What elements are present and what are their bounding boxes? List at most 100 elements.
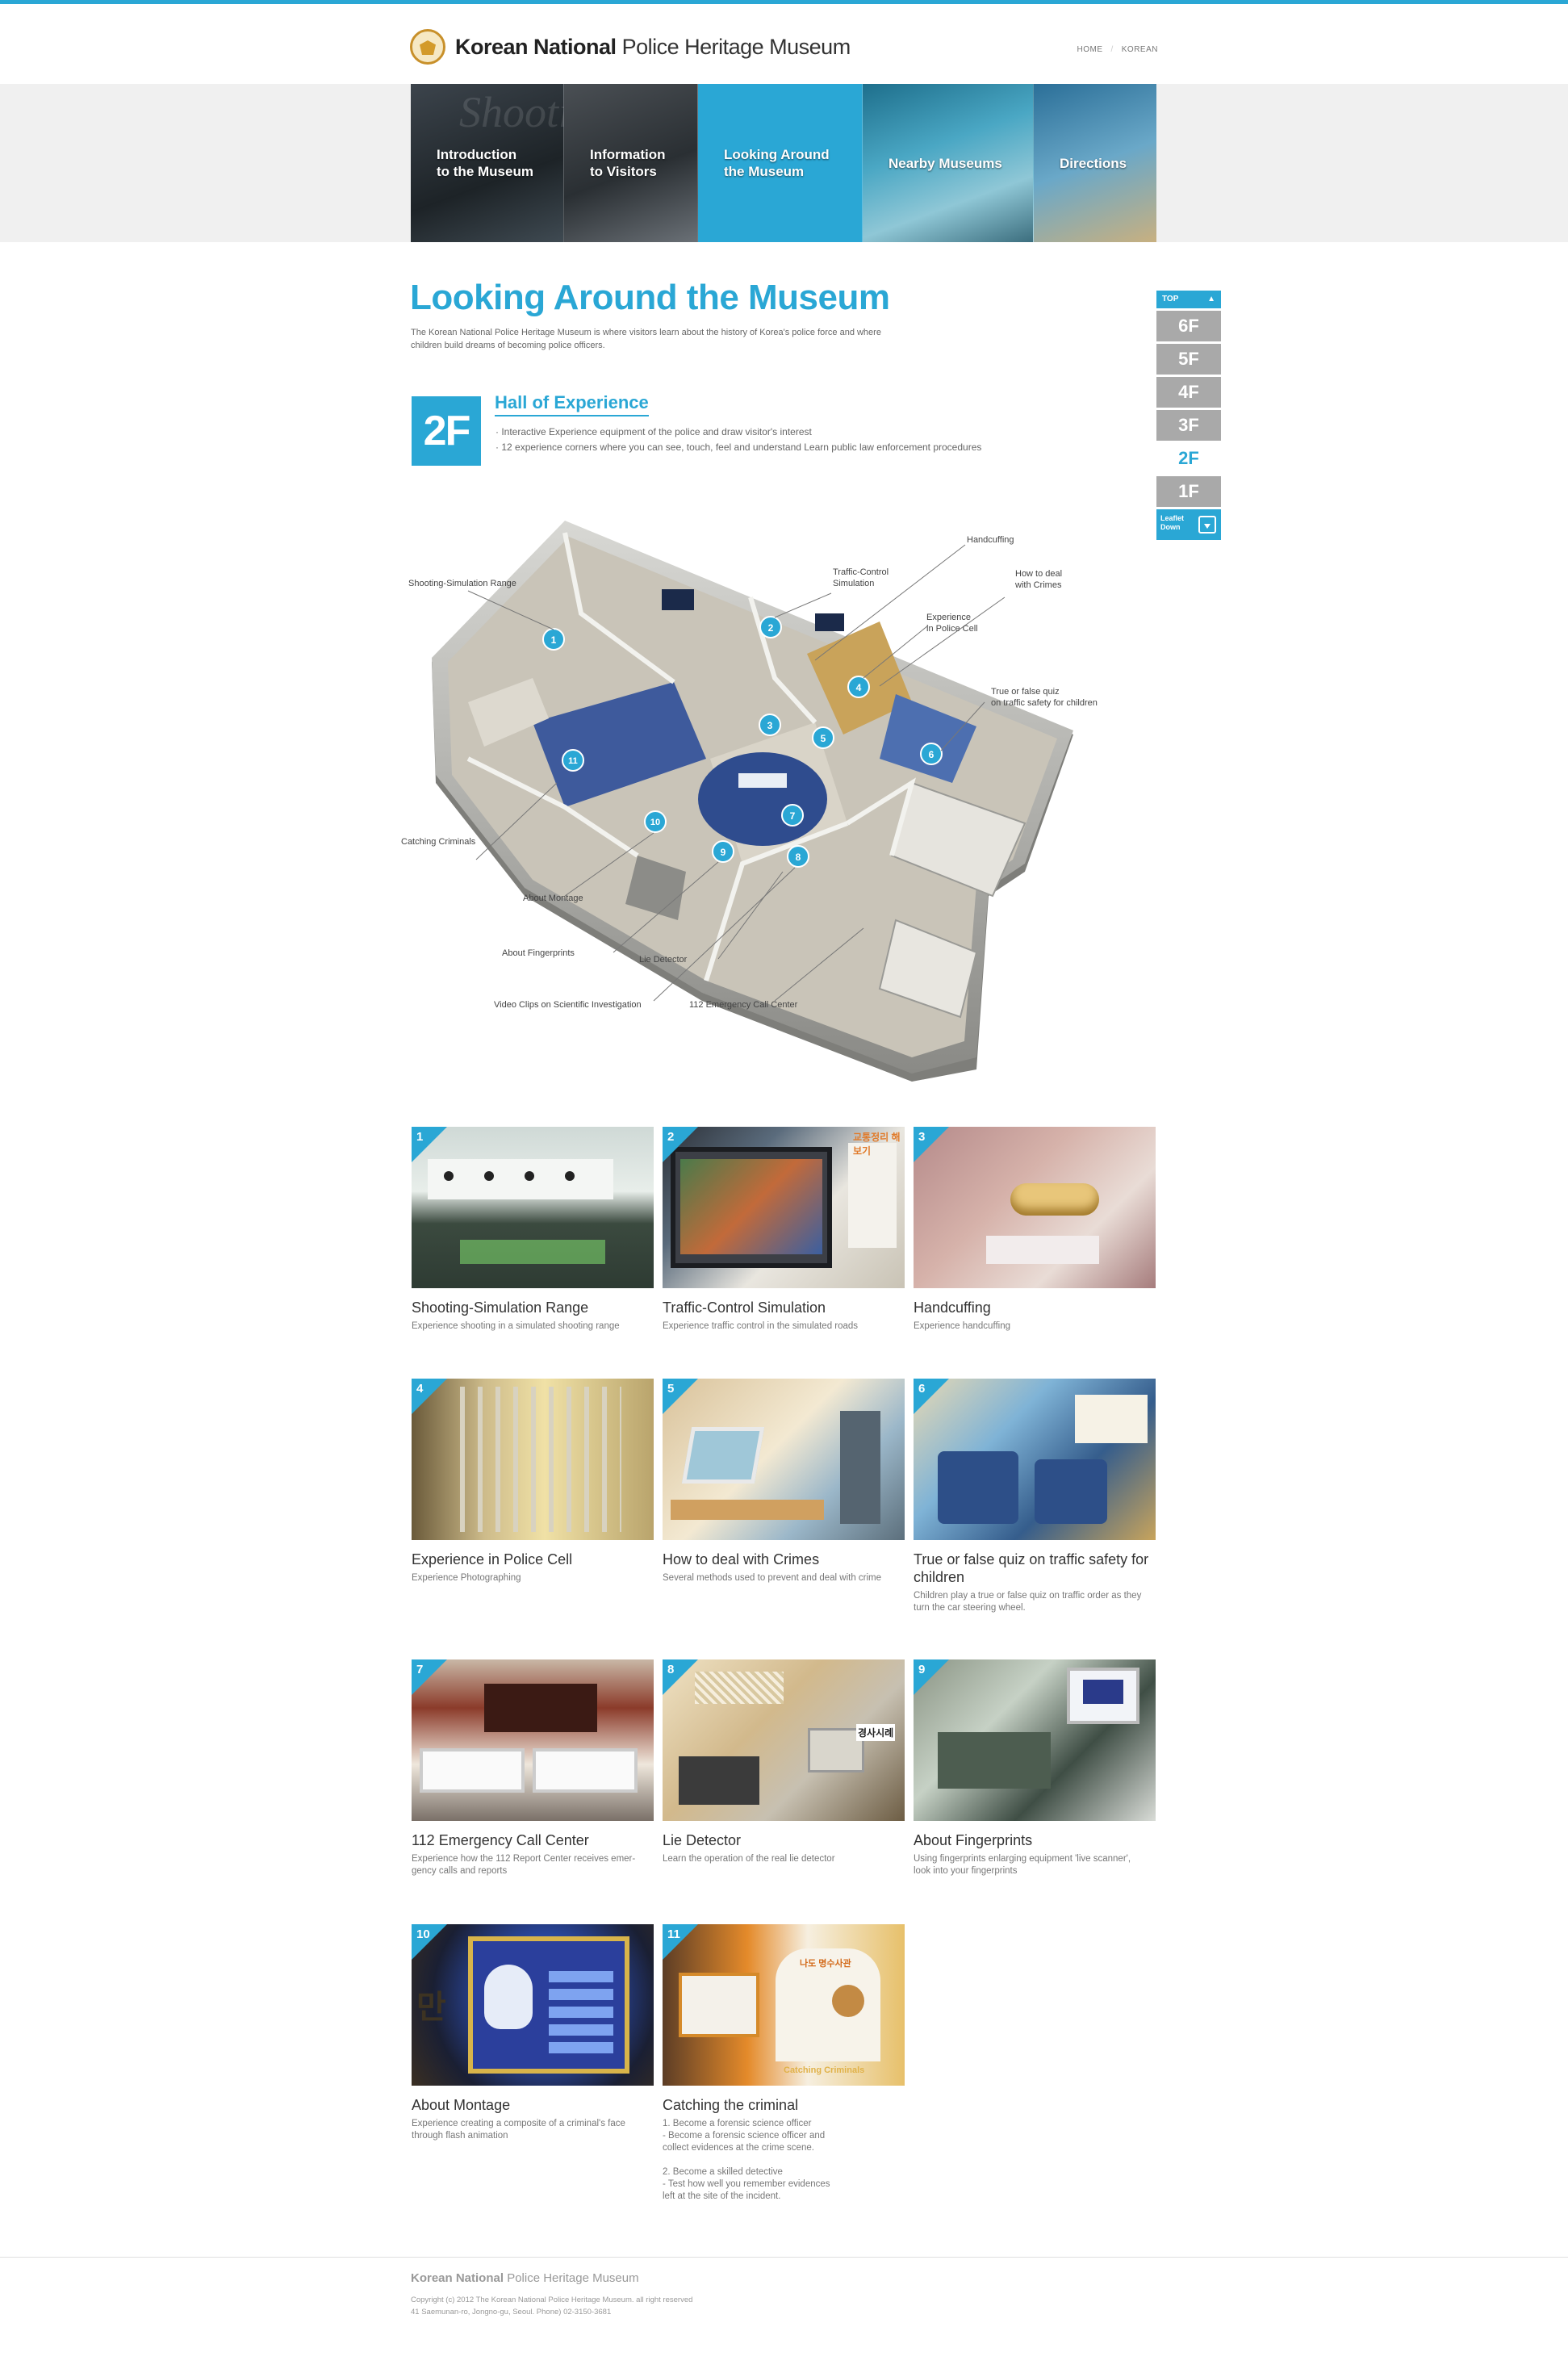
exhibit-number: 5: [667, 1382, 675, 1396]
callout-catching: Catching Criminals: [401, 837, 476, 847]
utility-links: HOME / KOREAN: [1077, 45, 1158, 54]
floor-2f[interactable]: 2F: [1156, 443, 1221, 474]
util-separator: /: [1110, 45, 1114, 54]
exhibit-title: Handcuffing: [914, 1300, 991, 1316]
map-marker-6[interactable]: 6: [920, 743, 943, 765]
callout-fingerprints: About Fingerprints: [502, 948, 575, 958]
svg-text:4: 4: [856, 682, 862, 693]
exhibit-card-5[interactable]: 5 How to deal with Crimes Several method…: [663, 1379, 905, 1584]
exhibit-title: Shooting-Simulation Range: [412, 1300, 589, 1316]
exhibit-photo: 7: [412, 1659, 654, 1821]
svg-text:10: 10: [650, 818, 660, 827]
exhibit-card-6[interactable]: 6 True or false quiz on traffic safety f…: [914, 1379, 1156, 1614]
exhibit-card-10[interactable]: 만 10 About Montage Experience creating a…: [412, 1924, 654, 2142]
map-marker-3[interactable]: 3: [759, 714, 781, 736]
exhibit-card-3[interactable]: 3 Handcuffing Experience handcuffing: [914, 1127, 1156, 1333]
hall-bullet: 12 experience corners where you can see,…: [495, 440, 981, 455]
svg-text:8: 8: [796, 852, 801, 863]
photo-floor-text: Catching Criminals: [784, 2065, 865, 2075]
hall-title: Hall of Experience: [495, 392, 649, 416]
site-logo-text: Korean National Police Heritage Museum: [455, 34, 851, 59]
map-marker-8[interactable]: 8: [787, 845, 809, 868]
nav-introduction[interactable]: Shooting Introduction to the Museum: [411, 84, 614, 242]
floor-3f[interactable]: 3F: [1156, 410, 1221, 441]
police-emblem-icon: [410, 29, 445, 65]
floor-1f[interactable]: 1F: [1156, 476, 1221, 507]
exhibit-title: About Montage: [412, 2097, 511, 2113]
footer-logo: Korean National Police Heritage Museum: [411, 2271, 639, 2285]
page-description: The Korean National Police Heritage Muse…: [411, 328, 881, 350]
nav-information[interactable]: Information to Visitors: [564, 84, 698, 242]
map-marker-11[interactable]: 11: [562, 749, 584, 772]
hall-bullet: Interactive Experience equipment of the …: [495, 425, 981, 440]
exhibit-title: Traffic-Control Simulation: [663, 1300, 826, 1316]
nav-label: Nearby Museums: [889, 155, 1002, 171]
floor-nav: TOP ▲ 6F 5F 4F 3F 2F 1F Leaflet Down: [1156, 291, 1221, 540]
callout-call: 112 Emergency Call Center: [689, 1000, 798, 1010]
nav-label: Introduction to the Museum: [437, 147, 533, 179]
map-marker-9[interactable]: 9: [712, 840, 734, 863]
map-marker-10[interactable]: 10: [644, 810, 667, 833]
top-button[interactable]: TOP ▲: [1156, 291, 1221, 308]
exhibit-title: Lie Detector: [663, 1832, 742, 1848]
exhibit-number: 10: [416, 1927, 430, 1941]
photo-sign-text: 경사시례: [856, 1724, 896, 1741]
exhibit-card-9[interactable]: 9 About Fingerprints Using fingerprints …: [914, 1659, 1156, 1877]
callout-shooting: Shooting-Simulation Range: [408, 579, 516, 588]
leaflet-download-button[interactable]: Leaflet Down: [1156, 509, 1221, 540]
exhibit-title: About Fingerprints: [914, 1832, 1033, 1848]
exhibit-title: Catching the criminal: [663, 2097, 799, 2113]
floor-badge: 2F: [412, 396, 481, 466]
site-logo[interactable]: Korean National Police Heritage Museum: [410, 29, 851, 65]
nav-label: Looking Around the Museum: [724, 147, 830, 179]
exhibit-photo: 9: [914, 1659, 1156, 1821]
svg-text:9: 9: [721, 847, 726, 858]
exhibit-number: 4: [416, 1382, 424, 1396]
floor-5f[interactable]: 5F: [1156, 344, 1221, 375]
map-marker-2[interactable]: 2: [759, 616, 782, 638]
home-link[interactable]: HOME: [1077, 45, 1102, 54]
exhibit-card-8[interactable]: 경사시례 8 Lie Detector Learn the operation …: [663, 1659, 905, 1865]
exhibit-photo: 만 10: [412, 1924, 654, 2086]
exhibit-number: 11: [667, 1927, 680, 1941]
nav-nearby-museums[interactable]: Nearby Museums: [863, 84, 1034, 242]
map-marker-5[interactable]: 5: [812, 726, 834, 749]
exhibit-photo: 3: [914, 1127, 1156, 1288]
exhibit-number: 2: [667, 1130, 675, 1144]
footer-divider: [0, 2257, 1568, 2258]
map-marker-7[interactable]: 7: [781, 804, 804, 827]
floor-6f[interactable]: 6F: [1156, 311, 1221, 341]
photo-sign-text: 나도 명수사관: [800, 1959, 851, 1969]
exhibit-card-1[interactable]: 1 Shooting-Simulation Range Experience s…: [412, 1127, 654, 1333]
hall-bullets: Interactive Experience equipment of the …: [495, 425, 981, 455]
svg-text:5: 5: [821, 733, 826, 744]
callout-cell: Experience in Police Cell: [926, 613, 978, 634]
language-link[interactable]: KOREAN: [1122, 45, 1158, 54]
main-nav: Shooting Introduction to the Museum Info…: [411, 84, 1156, 242]
exhibit-desc: Experience handcuffing: [914, 1321, 1010, 1331]
floor-4f[interactable]: 4F: [1156, 377, 1221, 408]
exhibit-photo: 나도 명수사관 Catching Criminals 11: [663, 1924, 905, 2086]
exhibit-title: How to deal with Crimes: [663, 1551, 820, 1567]
exhibit-number: 1: [416, 1130, 424, 1144]
nav-looking-around[interactable]: Looking Around the Museum: [698, 84, 863, 242]
exhibit-photo: 경사시례 8: [663, 1659, 905, 1821]
exhibit-card-11[interactable]: 나도 명수사관 Catching Criminals 11 Catching t…: [663, 1924, 905, 2203]
exhibit-number: 6: [918, 1382, 926, 1396]
exhibit-desc: Experience shooting in a simulated shoot…: [412, 1321, 620, 1331]
map-marker-4[interactable]: 4: [847, 676, 870, 698]
svg-text:11: 11: [568, 756, 578, 766]
exhibit-desc: Using fingerprints enlarging equipment '…: [914, 1854, 1131, 1876]
photo-side-text: 만: [416, 1990, 446, 2025]
svg-text:1: 1: [551, 634, 557, 646]
callout-quiz: True or false quiz on traffic safety for…: [991, 687, 1098, 708]
map-marker-1[interactable]: 1: [542, 628, 565, 651]
download-icon: [1198, 516, 1216, 534]
exhibit-photo: 5: [663, 1379, 905, 1540]
photo-sign-text: 교통정리 해보기: [853, 1132, 901, 1157]
nav-directions[interactable]: Directions: [1034, 84, 1156, 242]
exhibit-card-7[interactable]: 7 112 Emergency Call Center Experience h…: [412, 1659, 654, 1877]
exhibit-number: 7: [416, 1663, 424, 1676]
exhibit-card-2[interactable]: 교통정리 해보기 2 Traffic-Control Simulation Ex…: [663, 1127, 905, 1333]
exhibit-card-4[interactable]: 4 Experience in Police Cell Experience P…: [412, 1379, 654, 1584]
